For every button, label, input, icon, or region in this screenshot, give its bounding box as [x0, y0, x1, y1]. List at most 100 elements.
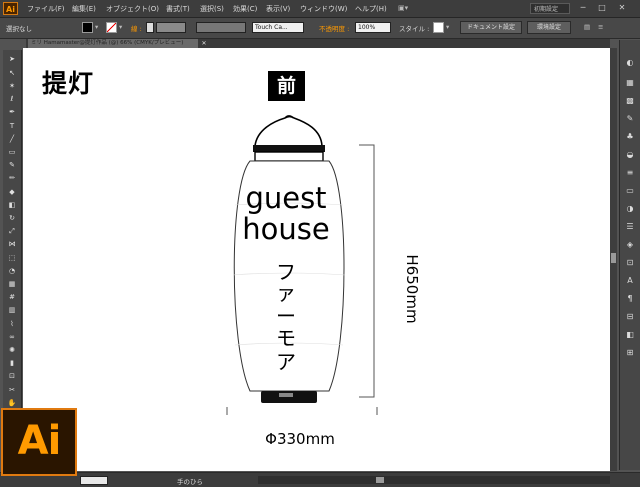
menu-window[interactable]: ウィンドウ(W): [300, 4, 347, 14]
minimize-button[interactable]: ─: [578, 3, 588, 13]
lasso-tool-icon[interactable]: ℓ: [6, 95, 18, 103]
column-graph-tool-icon[interactable]: ▮: [6, 359, 18, 367]
symbols-panel-icon[interactable]: ♣: [624, 132, 636, 142]
horizontal-scrollbar[interactable]: [258, 476, 610, 484]
menu-object[interactable]: オブジェクト(O): [106, 4, 159, 14]
slice-tool-icon[interactable]: ✂: [6, 386, 18, 394]
blob-brush-tool-icon[interactable]: ◆: [6, 188, 18, 196]
workspace-switcher[interactable]: 初期設定: [530, 3, 570, 14]
artboards-panel-icon[interactable]: ⊡: [624, 258, 636, 268]
horizontal-scroll-thumb[interactable]: [376, 477, 384, 483]
artboard-tool-icon[interactable]: ⊡: [6, 372, 18, 380]
line-tool-icon[interactable]: ╱: [6, 135, 18, 143]
bridge-icon[interactable]: ▣▾: [398, 4, 408, 12]
fill-dropdown-icon[interactable]: ▾: [95, 23, 98, 31]
gradient-panel-icon[interactable]: ▭: [624, 186, 636, 196]
menu-bar: Ai ファイル(F) 編集(E) オブジェクト(O) 書式(T) 選択(S) 効…: [0, 0, 640, 18]
color-guide-panel-icon[interactable]: ▦: [624, 78, 636, 88]
brush-definition[interactable]: Touch Ca...: [252, 22, 304, 33]
paintbrush-tool-icon[interactable]: ✎: [6, 161, 18, 169]
align-panel-icon[interactable]: ⊟: [624, 312, 636, 322]
fill-swatch[interactable]: [82, 22, 93, 33]
paragraph-panel-icon[interactable]: ¶: [624, 294, 636, 304]
symbol-sprayer-tool-icon[interactable]: ✺: [6, 346, 18, 354]
swatches-panel-icon[interactable]: ▩: [624, 96, 636, 106]
transform-panel-icon[interactable]: ⊞: [624, 348, 636, 358]
lantern-top-cap: [254, 115, 323, 147]
color-panel-icon[interactable]: ◐: [624, 58, 636, 68]
stroke-swatch[interactable]: [106, 22, 117, 33]
rectangle-tool-icon[interactable]: ▭: [6, 148, 18, 156]
variable-width-profile[interactable]: [196, 22, 246, 33]
height-dimension-label: H650mm: [403, 254, 421, 324]
tools-panel: ➤ ↖ ✶ ℓ ✒ T ╱ ▭ ✎ ✏ ◆ ◧ ↻ ⤢ ⋈ ⬚ ◔ ▦ # ▥ …: [3, 50, 22, 468]
transparency-panel-icon[interactable]: ◑: [624, 204, 636, 214]
vertical-scroll-thumb[interactable]: [611, 253, 616, 263]
magic-wand-tool-icon[interactable]: ✶: [6, 82, 18, 90]
document-setup-button[interactable]: ドキュメント設定: [460, 21, 522, 34]
stroke-weight-field[interactable]: [156, 22, 186, 33]
width-tool-icon[interactable]: ⋈: [6, 240, 18, 248]
tab-close-icon[interactable]: ✕: [200, 39, 208, 48]
pathfinder-panel-icon[interactable]: ◧: [624, 330, 636, 340]
menu-view[interactable]: 表示(V): [266, 4, 290, 14]
arrange-documents-icon[interactable]: ▤: [584, 23, 590, 31]
zoom-field[interactable]: [80, 476, 108, 485]
stroke-panel-icon[interactable]: ≡: [624, 168, 636, 178]
document-tab-bar: ミリ Hamamaster@提灯作品 (@) 66% (CMYK/プレビュー) …: [26, 39, 610, 48]
menu-effect[interactable]: 効果(C): [233, 4, 257, 14]
control-menu-icon[interactable]: ≡: [598, 23, 603, 31]
panel-dock: ◐ ▦ ▩ ✎ ♣ ◒ ≡ ▭ ◑ ☰ ◈ ⊡ A ¶ ⊟ ◧ ⊞: [619, 40, 640, 470]
blend-tool-icon[interactable]: ∞: [6, 333, 18, 341]
hand-tool-icon[interactable]: ✋: [6, 399, 18, 407]
mesh-tool-icon[interactable]: #: [6, 293, 18, 301]
brushes-panel-icon[interactable]: ✎: [624, 114, 636, 124]
graphic-styles-panel-icon[interactable]: ◒: [624, 150, 636, 160]
gradient-tool-icon[interactable]: ▥: [6, 306, 18, 314]
pencil-tool-icon[interactable]: ✏: [6, 174, 18, 182]
perspective-grid-tool-icon[interactable]: ▦: [6, 280, 18, 288]
rotate-tool-icon[interactable]: ↻: [6, 214, 18, 222]
menu-type[interactable]: 書式(T): [166, 4, 190, 14]
direct-selection-tool-icon[interactable]: ↖: [6, 69, 18, 77]
illustrator-logo: Ai: [1, 408, 77, 476]
document-tab[interactable]: ミリ Hamamaster@提灯作品 (@) 66% (CMYK/プレビュー): [28, 39, 198, 48]
lantern-text-guest: guest: [245, 181, 327, 215]
free-transform-tool-icon[interactable]: ⬚: [6, 254, 18, 262]
shape-builder-tool-icon[interactable]: ◔: [6, 267, 18, 275]
appearance-panel-icon[interactable]: ☰: [624, 222, 636, 232]
type-tool-icon[interactable]: T: [6, 122, 18, 130]
height-dimension-line: [359, 144, 375, 398]
opacity-field[interactable]: 100%: [355, 22, 391, 33]
stroke-label[interactable]: 線 :: [131, 23, 142, 33]
eraser-tool-icon[interactable]: ◧: [6, 201, 18, 209]
menu-select[interactable]: 選択(S): [200, 4, 224, 14]
character-panel-icon[interactable]: A: [624, 276, 636, 286]
menu-file[interactable]: ファイル(F): [27, 4, 65, 14]
stroke-dropdown-icon[interactable]: ▾: [119, 23, 122, 31]
vertical-scrollbar[interactable]: [610, 48, 617, 471]
artboard-heading: 提灯: [42, 69, 95, 98]
layers-panel-icon[interactable]: ◈: [624, 240, 636, 250]
opacity-label[interactable]: 不透明度 :: [319, 23, 349, 33]
app-logo: Ai: [3, 2, 18, 15]
stroke-stepper[interactable]: [146, 22, 154, 33]
pen-tool-icon[interactable]: ✒: [6, 108, 18, 116]
close-button[interactable]: ✕: [617, 3, 627, 13]
menu-help[interactable]: ヘルプ(H): [355, 4, 387, 14]
preferences-button[interactable]: 環境設定: [527, 21, 571, 34]
lantern-kana-5: ア: [276, 350, 296, 374]
selection-status: 選択なし: [6, 25, 32, 33]
opacity-value: 100%: [358, 24, 376, 31]
control-bar: 選択なし ▾ ▾ 線 : Touch Ca... 不透明度 : 100% スタイ…: [0, 18, 640, 39]
graphic-style-swatch[interactable]: [433, 22, 444, 33]
menu-edit[interactable]: 編集(E): [72, 4, 96, 14]
scale-tool-icon[interactable]: ⤢: [6, 227, 18, 235]
brush-name: Touch Ca...: [255, 24, 288, 31]
maximize-button[interactable]: □: [597, 3, 607, 13]
style-dropdown-icon[interactable]: ▾: [446, 23, 449, 31]
current-tool-status[interactable]: 手のひら: [177, 476, 203, 486]
selection-tool-icon[interactable]: ➤: [6, 55, 18, 63]
eyedropper-tool-icon[interactable]: ⌇: [6, 320, 18, 328]
lantern-top-ring: [253, 145, 325, 152]
